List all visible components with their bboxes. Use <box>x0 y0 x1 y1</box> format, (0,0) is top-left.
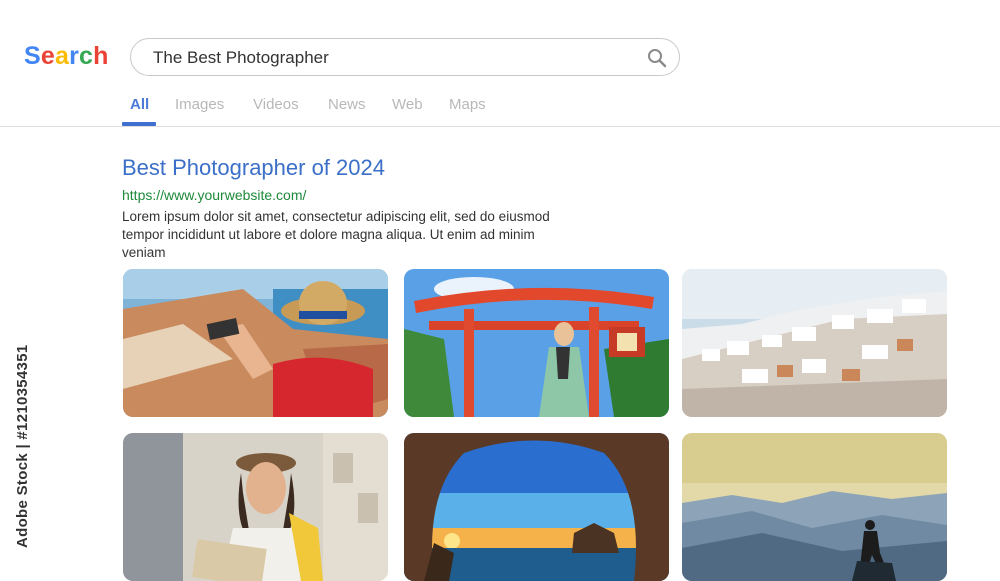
logo-letter: a <box>54 42 70 70</box>
logo-letter: e <box>40 42 55 70</box>
image-thumbnail-sea-cave[interactable] <box>404 433 669 581</box>
image-thumbnail-traveler-map[interactable] <box>123 433 388 581</box>
search-input[interactable] <box>151 39 635 77</box>
image-thumbnail-mountain-hiker[interactable] <box>682 433 947 581</box>
logo-letter: c <box>79 42 94 70</box>
tab-news[interactable]: News <box>328 96 366 113</box>
result-snippet: Lorem ipsum dolor sit amet, consectetur … <box>122 209 550 260</box>
image-thumbnail-tourist-coast[interactable] <box>123 269 388 417</box>
search-box[interactable] <box>130 38 680 77</box>
tab-web[interactable]: Web <box>392 96 423 113</box>
image-thumbnail-santorini[interactable] <box>682 269 947 417</box>
tab-videos[interactable]: Videos <box>253 96 299 113</box>
search-logo[interactable]: Search <box>24 42 109 71</box>
logo-letter: r <box>69 42 80 70</box>
logo-letter: S <box>24 42 41 70</box>
search-icon[interactable] <box>647 48 667 68</box>
stock-watermark: Adobe Stock | #1210354351 <box>14 344 31 548</box>
tab-maps[interactable]: Maps <box>449 96 486 113</box>
result-url-link[interactable]: https://www.yourwebsite.com/ <box>122 187 306 203</box>
tab-images[interactable]: Images <box>175 96 224 113</box>
logo-letter: h <box>93 42 109 70</box>
result-title-link[interactable]: Best Photographer of 2024 <box>122 155 385 181</box>
tab-all[interactable]: All <box>130 96 149 113</box>
image-thumbnail-torii-gate[interactable] <box>404 269 669 417</box>
header-divider <box>0 126 1000 127</box>
